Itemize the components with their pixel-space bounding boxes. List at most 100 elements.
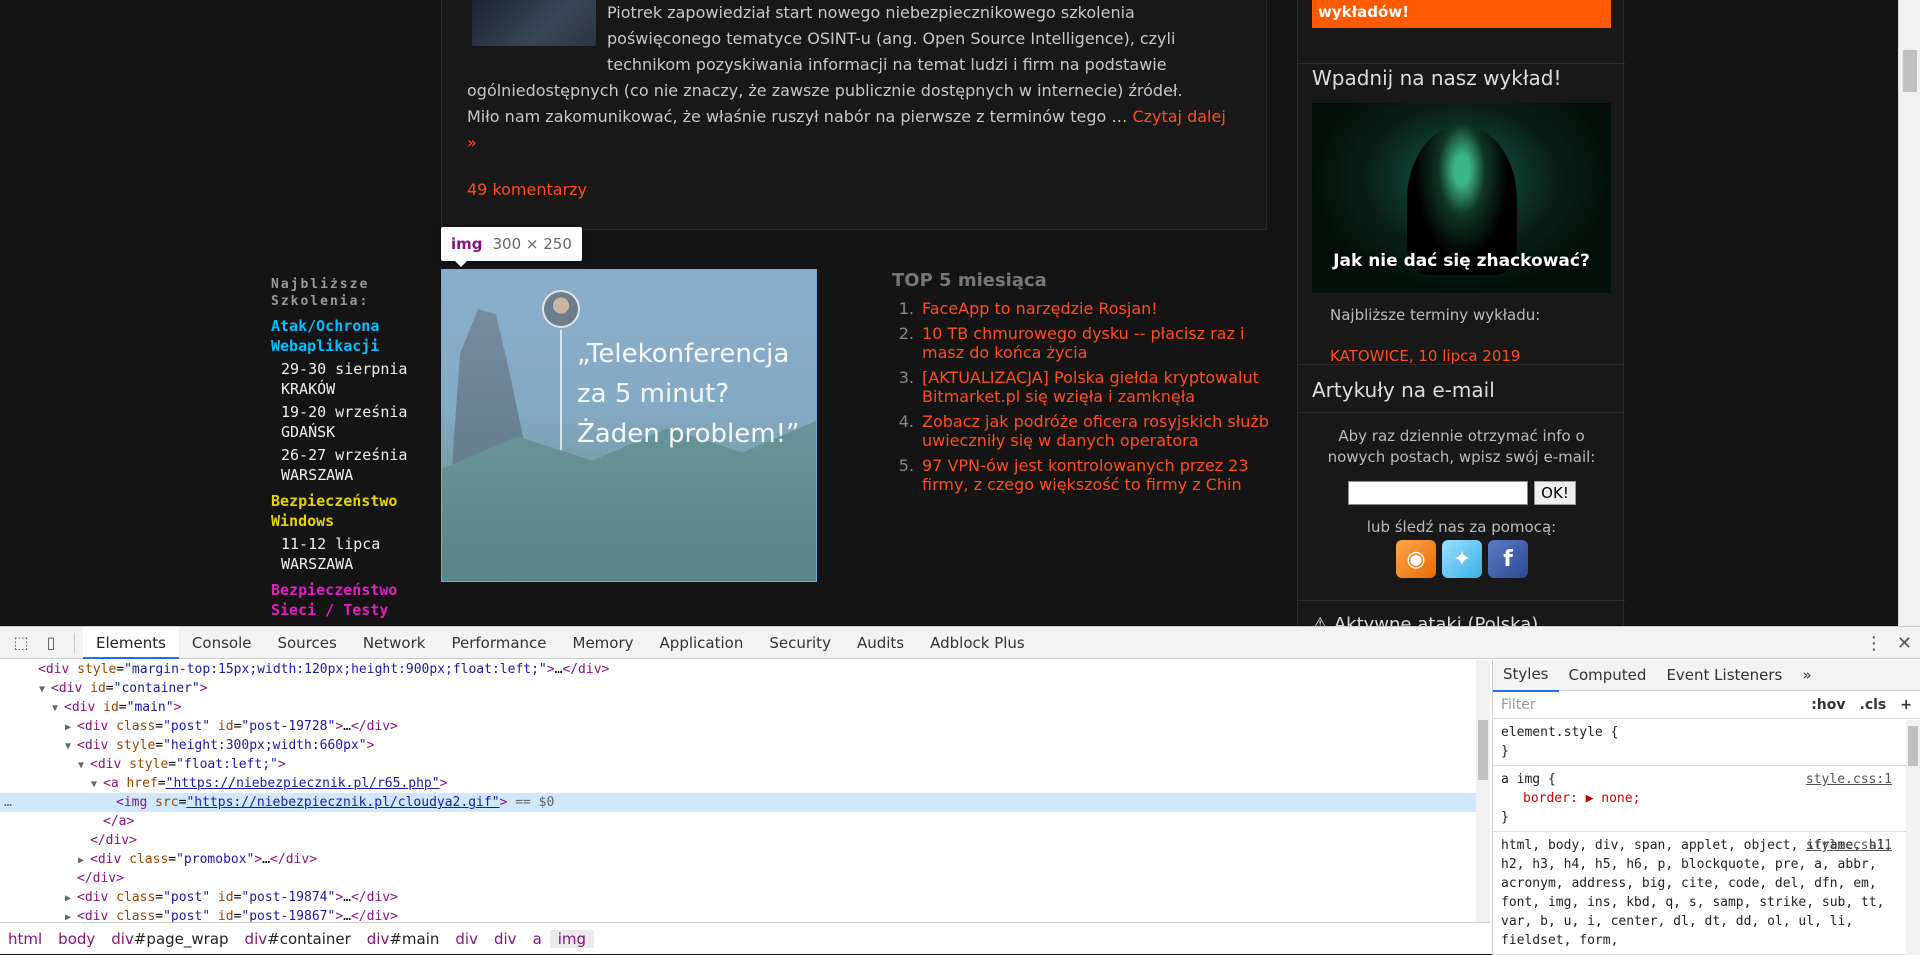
dom-node[interactable]: </div> [0, 831, 1476, 850]
dom-node[interactable]: ▼ <div id="main"> [0, 698, 1476, 717]
top5-link[interactable]: 97 VPN-ów jest kontrolowanych przez 23 f… [922, 456, 1272, 494]
comments-link[interactable]: 49 komentarzy [467, 180, 587, 199]
breadcrumb: html body div#page_wrap div#container div#ma… [0, 922, 1490, 955]
add-rule-icon[interactable]: + [1900, 697, 1912, 713]
breadcrumb-item[interactable]: div#main [359, 930, 448, 948]
hov-toggle[interactable]: :hov [1811, 697, 1845, 713]
elements-tree[interactable]: <div style="margin-top:15px;width:120px;… [0, 660, 1476, 922]
tab-performance[interactable]: Performance [438, 627, 559, 659]
right-sidebar: wykładów! Wpadnij na nasz wykład! Jak ni… [1297, 0, 1625, 626]
top5-link[interactable]: [AKTUALIZACJA] Polska giełda kryptowalut… [922, 368, 1272, 406]
hacker-image[interactable]: Jak nie dać się zhackować? [1312, 103, 1611, 293]
training-category[interactable]: Bezpieczeństwo Sieci / Testy [271, 580, 441, 620]
rss-icon[interactable]: ◉ [1396, 540, 1436, 578]
list-number: 3. [898, 368, 914, 387]
expand-toggle-icon[interactable]: ▶ [65, 889, 77, 908]
breadcrumb-item[interactable]: div#page_wrap [103, 930, 236, 948]
breadcrumb-item[interactable]: a [525, 930, 550, 948]
filter-input[interactable]: Filter [1501, 697, 1536, 713]
expand-toggle-icon[interactable]: ▶ [65, 718, 77, 737]
expand-toggle-icon[interactable]: ▶ [78, 851, 90, 870]
breadcrumb-item[interactable]: div [486, 930, 525, 948]
list-item: 1. FaceApp to narzędzie Rosjan! [892, 299, 1272, 318]
tab-security[interactable]: Security [756, 627, 844, 659]
css-property[interactable]: border: ▶ none; [1501, 789, 1912, 808]
training-date[interactable]: 29-30 sierpnia KRAKÓW [271, 359, 441, 399]
css-source-link[interactable]: style.css:1 [1806, 770, 1892, 789]
devtools-controls: ⋮ ✕ [1865, 627, 1912, 659]
breadcrumb-item[interactable]: div [447, 930, 486, 948]
tab-adblock-plus[interactable]: Adblock Plus [917, 627, 1038, 659]
scrollbar-thumb[interactable] [1478, 720, 1488, 780]
ad-banner[interactable]: „Telekonferencja za 5 minut? Żaden probl… [441, 269, 817, 582]
training-category[interactable]: Atak/Ochrona Webaplikacji [271, 316, 441, 356]
breadcrumb-item[interactable]: div#container [237, 930, 359, 948]
expand-toggle-icon[interactable]: ▼ [91, 775, 103, 794]
styles-scrollbar[interactable] [1906, 720, 1920, 955]
top5-link[interactable]: Zobacz jak podróże oficera rosyjskich sł… [922, 412, 1272, 450]
breadcrumb-item[interactable]: body [50, 930, 103, 948]
divider [1298, 63, 1625, 64]
training-date[interactable]: 26-27 września WARSZAWA [271, 445, 441, 485]
breadcrumb-item[interactable]: img [549, 930, 595, 948]
expand-toggle-icon[interactable]: ▶ [65, 908, 77, 922]
scrollbar-thumb[interactable] [1908, 726, 1918, 766]
tab-memory[interactable]: Memory [560, 627, 647, 659]
email-field[interactable] [1348, 481, 1528, 505]
close-icon[interactable]: ✕ [1897, 633, 1912, 654]
node-menu-icon[interactable]: … [4, 793, 12, 812]
inspect-icon[interactable]: ⬚ [6, 627, 36, 659]
dom-node[interactable]: </div> [0, 869, 1476, 888]
expand-toggle-icon[interactable]: ▼ [65, 737, 77, 756]
twitter-icon[interactable]: ✦ [1442, 540, 1482, 578]
styles-filter[interactable]: Filter :hov .cls + [1493, 691, 1920, 719]
styles-tab[interactable]: Event Listeners [1656, 660, 1792, 691]
expand-toggle-icon[interactable]: ▼ [39, 680, 51, 699]
dom-node-code: <div class="post" id="post-19867">…</div… [77, 909, 398, 922]
dom-node[interactable]: ▼ <a href="https://niebezpiecznik.pl/r65.… [0, 774, 1476, 793]
styles-tab[interactable]: Styles [1493, 659, 1559, 692]
device-toggle-icon[interactable]: ▯ [36, 627, 66, 659]
dom-node[interactable]: </a> [0, 812, 1476, 831]
social-icons: ◉ ✦ f [1396, 540, 1528, 578]
katowice-link[interactable]: KATOWICE, 10 lipca 2019 [1330, 347, 1520, 365]
tab-sources[interactable]: Sources [264, 627, 349, 659]
dom-node[interactable]: <img src="https://niebezpiecznik.pl/clou… [0, 793, 1476, 812]
breadcrumb-item[interactable]: html [0, 930, 50, 948]
tab-audits[interactable]: Audits [844, 627, 917, 659]
dom-node[interactable]: ▶ <div class="promobox">…</div> [0, 850, 1476, 869]
page-scrollbar[interactable] [1898, 0, 1920, 626]
expand-toggle-icon[interactable]: ▼ [52, 699, 64, 718]
tab-application[interactable]: Application [647, 627, 757, 659]
training-date[interactable]: 19-20 września GDAŃSK [271, 402, 441, 442]
dom-node[interactable]: ▶ <div class="post" id="post-19874">…</di… [0, 888, 1476, 907]
elements-scrollbar[interactable] [1476, 660, 1490, 922]
styles-tab[interactable]: » [1792, 660, 1821, 691]
tab-elements[interactable]: Elements [83, 626, 179, 659]
dom-node[interactable]: ▼ <div id="container"> [0, 679, 1476, 698]
training-date[interactable]: 11-12 lipca WARSZAWA [271, 534, 441, 574]
orange-banner[interactable]: wykładów! [1312, 0, 1611, 28]
facebook-icon[interactable]: f [1488, 540, 1528, 578]
dom-node[interactable]: <div style="margin-top:15px;width:120px;… [0, 660, 1476, 679]
dom-node[interactable]: ▼ <div style="height:300px;width:660px"> [0, 736, 1476, 755]
scrollbar-thumb[interactable] [1903, 50, 1917, 92]
trainings-box: Najbliższe Szkolenia: Atak/Ochrona Webap… [271, 276, 441, 620]
inspect-tooltip: img 300 × 250 [441, 227, 582, 267]
tab-console[interactable]: Console [179, 627, 265, 659]
top5-link[interactable]: FaceApp to narzędzie Rosjan! [922, 299, 1158, 318]
dom-node[interactable]: ▶ <div class="post" id="post-19867">…</di… [0, 907, 1476, 922]
training-category[interactable]: Bezpieczeństwo Windows [271, 491, 441, 531]
dom-node[interactable]: ▶ <div class="post" id="post-19728">…</di… [0, 717, 1476, 736]
css-source-link[interactable]: style.css:1 [1806, 836, 1892, 855]
dom-node[interactable]: ▼ <div style="float:left;"> [0, 755, 1476, 774]
expand-toggle-icon[interactable]: ▼ [78, 756, 90, 775]
tab-network[interactable]: Network [350, 627, 439, 659]
styles-tab[interactable]: Computed [1559, 660, 1657, 691]
ok-button[interactable]: OK! [1534, 481, 1576, 505]
cls-toggle[interactable]: .cls [1860, 697, 1887, 713]
post-line-3: technikom pozyskiwania informacji na tem… [607, 55, 1167, 74]
top5-link[interactable]: 10 TB chmurowego dysku -- płacisz raz i … [922, 324, 1272, 362]
more-icon[interactable]: ⋮ [1865, 633, 1883, 654]
css-selector[interactable]: element.style { [1501, 723, 1912, 742]
